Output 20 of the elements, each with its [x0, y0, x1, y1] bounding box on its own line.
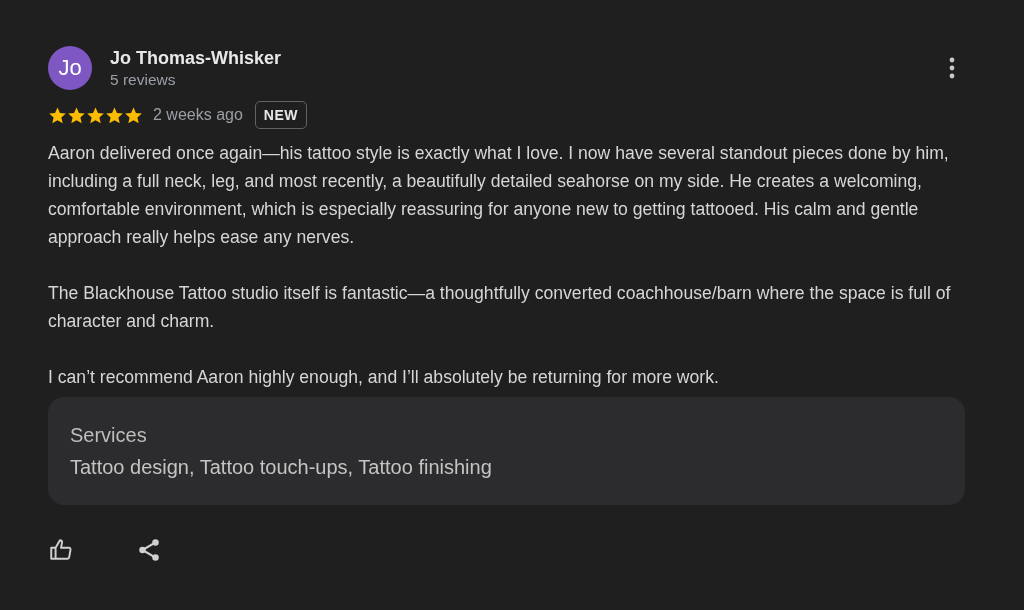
review-text: Aaron delivered once again—his tattoo style is exactly what I love. I now have several standout pieces done by him, including a full neck, leg, and most recently, a beautifully detailed seahorse on my side. He creates a welcoming, comfortable environment, which is especially reassuring for anyone new to getting tattooed. His calm and gentle approach really helps ease any nerves. [48, 142, 950, 249]
star-icon [124, 105, 143, 125]
services-list: Tattoo design, Tattoo touch-ups, Tattoo finishing [70, 456, 943, 479]
thumbs-up-icon [48, 537, 74, 563]
services-heading: Services [70, 424, 148, 447]
like-button[interactable] [48, 537, 74, 563]
more-vertical-icon [949, 57, 955, 79]
review-count: 5 reviews [110, 70, 177, 89]
avatar[interactable]: Jo [48, 46, 92, 90]
star-icon [67, 105, 86, 125]
share-button[interactable] [136, 537, 162, 563]
star-icon [86, 105, 105, 125]
review-text: I can’t recommend Aaron highly enough, and I’ll absolutely be returning for more work. [48, 366, 720, 389]
new-badge: NEW [254, 101, 307, 129]
share-icon [136, 537, 162, 563]
star-icon [105, 105, 124, 125]
review-text: The Blackhouse Tattoo studio itself is fantastic—a thoughtfully converted coachhouse/barn where the space is full of character and charm. [48, 282, 952, 333]
review-date: 2 weeks ago [153, 106, 243, 124]
star-icon [48, 105, 67, 125]
author-name[interactable]: Jo Thomas-Whisker [110, 47, 923, 69]
